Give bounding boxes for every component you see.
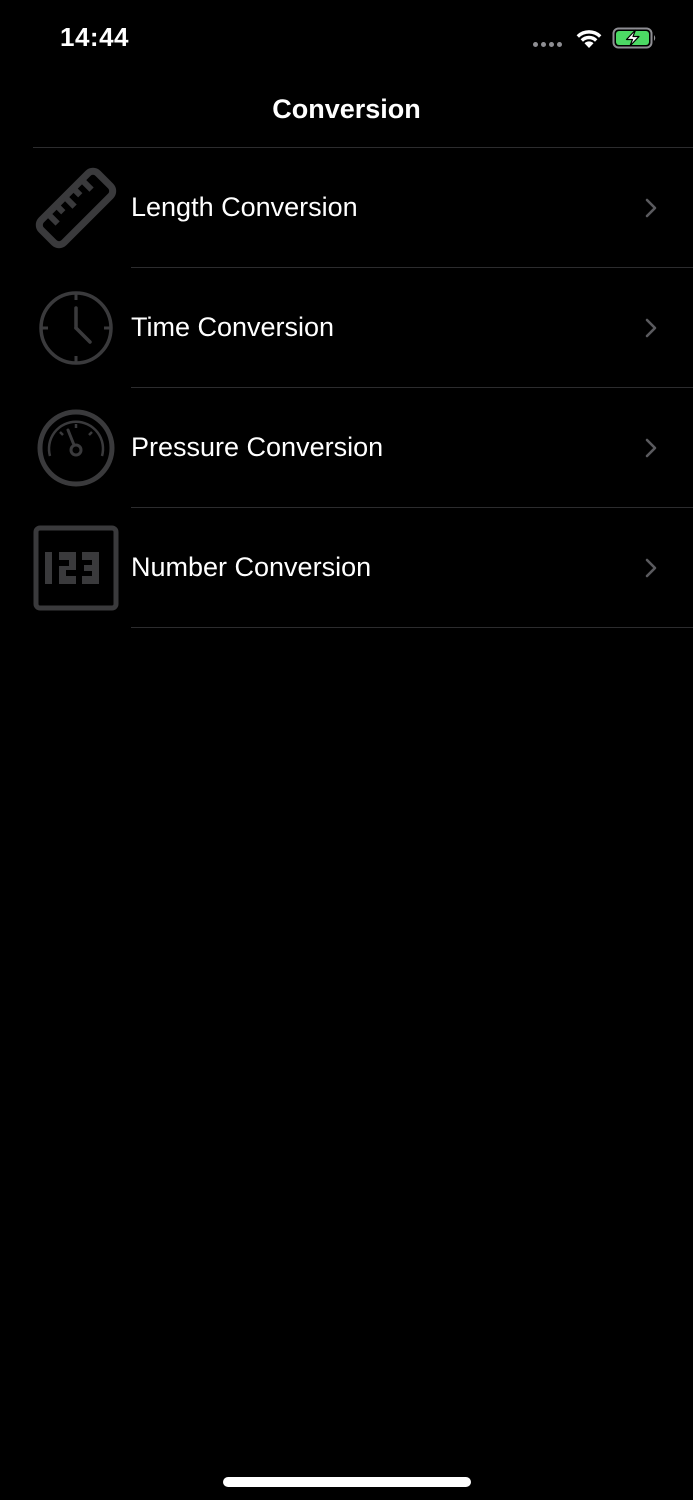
chevron-right-icon [645,318,657,338]
gauge-icon [37,409,115,487]
chevron-right-icon [645,558,657,578]
number-123-icon [33,525,119,611]
list-item-label: Length Conversion [131,192,358,222]
status-time: 14:44 [60,22,129,52]
conversion-list: Length Conversion Time Conversion Pressu… [0,148,693,628]
list-item-time-conversion[interactable]: Time Conversion [0,268,693,388]
home-indicator[interactable] [223,1477,471,1487]
row-separator [131,627,693,628]
ruler-icon [35,167,117,249]
page-title: Conversion [272,94,421,124]
list-item-label: Pressure Conversion [131,432,384,462]
list-item-length-conversion[interactable]: Length Conversion [0,148,693,268]
wifi-icon [576,30,602,48]
list-item-label: Number Conversion [131,552,372,582]
chevron-right-icon [645,438,657,458]
signal-icon [533,42,562,47]
chevron-right-icon [645,198,657,218]
navigation-bar: Conversion [0,80,693,148]
battery-charging-icon [612,27,656,49]
status-bar: 14:44 [0,0,693,80]
list-item-label: Time Conversion [131,312,335,342]
clock-icon [39,291,113,365]
list-item-number-conversion[interactable]: Number Conversion [0,508,693,628]
list-item-pressure-conversion[interactable]: Pressure Conversion [0,388,693,508]
